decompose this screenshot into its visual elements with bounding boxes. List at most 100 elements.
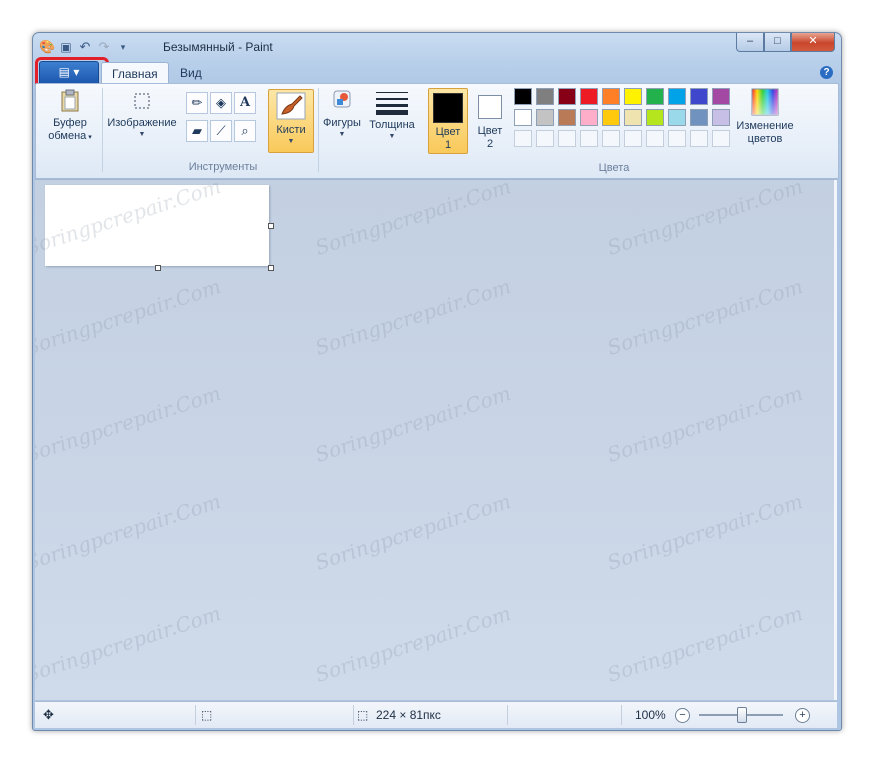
custom-color-slot[interactable]: [580, 130, 598, 147]
watermark-text: Soringpcrepair.Com: [604, 489, 806, 575]
custom-color-slot[interactable]: [624, 130, 642, 147]
brushes-group: Кисти ▼: [266, 87, 316, 175]
redo-icon[interactable]: ↷: [96, 39, 112, 55]
custom-color-slot[interactable]: [536, 130, 554, 147]
color-swatch[interactable]: [712, 109, 730, 126]
custom-color-slot[interactable]: [712, 130, 730, 147]
custom-color-slot[interactable]: [668, 130, 686, 147]
clipboard-icon: [61, 89, 79, 112]
color1-swatch: [433, 93, 463, 123]
color-swatch[interactable]: [668, 88, 686, 105]
customize-icon[interactable]: ▾: [115, 39, 131, 55]
custom-color-slot[interactable]: [646, 130, 664, 147]
paint-icon[interactable]: 🎨: [39, 39, 55, 55]
image-size-icon: ⬚: [357, 708, 369, 722]
brush-icon: [276, 92, 306, 120]
watermark-text: Soringpcrepair.Com: [604, 179, 806, 260]
brushes-button[interactable]: Кисти ▼: [268, 89, 314, 153]
shapes-button[interactable]: Фигуры ▼: [320, 89, 364, 139]
tab-view[interactable]: Вид: [170, 62, 212, 84]
vertical-scrollbar[interactable]: [834, 180, 837, 700]
save-icon[interactable]: ▣: [58, 39, 74, 55]
custom-color-slot[interactable]: [690, 130, 708, 147]
size-group: Толщина ▼: [366, 87, 418, 175]
clipboard-group: Буфер обмена ▾: [42, 87, 98, 175]
status-divider: [353, 705, 354, 725]
color-swatch[interactable]: [580, 88, 598, 105]
chevron-down-icon: ▼: [388, 133, 396, 140]
color-swatch[interactable]: [536, 109, 554, 126]
color-swatch[interactable]: [536, 88, 554, 105]
text-icon[interactable]: A: [234, 92, 256, 114]
paint-window: 🎨 ▣ ↶ ↷ ▾ Безымянный - Paint – □ ✕ ▤ ▾ Г…: [32, 32, 842, 731]
watermark-text: Soringpcrepair.Com: [312, 489, 514, 575]
edit-colors-button[interactable]: Изменение цветов: [732, 88, 798, 146]
undo-icon[interactable]: ↶: [77, 39, 93, 55]
watermark-text: Soringpcrepair.Com: [312, 601, 514, 687]
color-swatch[interactable]: [514, 88, 532, 105]
window-title: Безымянный - Paint: [163, 40, 273, 54]
canvas-area[interactable]: Soringpcrepair.Com Soringpcrepair.Com Sori…: [35, 179, 837, 700]
maximize-button[interactable]: □: [764, 33, 791, 52]
custom-color-slot[interactable]: [514, 130, 532, 147]
chevron-down-icon: ▼: [287, 138, 295, 145]
color-swatch[interactable]: [514, 109, 532, 126]
resize-handle-corner[interactable]: [268, 265, 274, 271]
color-swatch[interactable]: [602, 109, 620, 126]
line-width-icon: [376, 92, 408, 115]
watermark-text: Soringpcrepair.Com: [604, 381, 806, 467]
minimize-button[interactable]: –: [736, 33, 764, 52]
clipboard-button[interactable]: Буфер обмена ▾: [42, 89, 98, 144]
ribbon-home: Буфер обмена ▾ Изображение ▼ ✏ ◈ A ▰ ⟋ ⌕…: [35, 83, 839, 179]
window-controls: – □ ✕: [736, 33, 835, 52]
fill-icon[interactable]: ◈: [210, 92, 232, 114]
image-button[interactable]: Изображение ▼: [104, 89, 180, 139]
selection-size-icon: ⬚: [201, 708, 213, 722]
zoom-in-button[interactable]: +: [795, 708, 810, 723]
color-swatch[interactable]: [558, 109, 576, 126]
color1-button[interactable]: Цвет 1: [428, 88, 468, 154]
color-swatch[interactable]: [624, 88, 642, 105]
select-icon: [134, 93, 150, 109]
image-group: Изображение ▼: [104, 87, 180, 175]
zoom-slider-thumb[interactable]: [737, 707, 747, 723]
help-icon[interactable]: ?: [820, 66, 833, 79]
color2-button[interactable]: Цвет 2: [472, 88, 508, 152]
status-divider: [195, 705, 196, 725]
color-swatch[interactable]: [690, 88, 708, 105]
watermark-text: Soringpcrepair.Com: [35, 274, 224, 360]
chevron-down-icon: ▼: [338, 131, 346, 138]
color-picker-icon[interactable]: ⟋: [210, 120, 232, 142]
watermark-text: Soringpcrepair.Com: [35, 489, 224, 575]
close-button[interactable]: ✕: [791, 33, 835, 52]
resize-handle-right[interactable]: [268, 223, 274, 229]
pencil-icon[interactable]: ✏: [186, 92, 208, 114]
color-swatch[interactable]: [624, 109, 642, 126]
watermark-text: Soringpcrepair.Com: [604, 601, 806, 687]
color-swatch[interactable]: [558, 88, 576, 105]
eraser-icon[interactable]: ▰: [186, 120, 208, 142]
colors-group-label: Цвета: [598, 162, 630, 174]
color-swatch[interactable]: [580, 109, 598, 126]
color-swatch[interactable]: [602, 88, 620, 105]
title-bar: 🎨 ▣ ↶ ↷ ▾ Безымянный - Paint – □ ✕: [33, 33, 841, 59]
zoom-out-button[interactable]: −: [675, 708, 690, 723]
custom-color-slot[interactable]: [558, 130, 576, 147]
color-swatch[interactable]: [690, 109, 708, 126]
watermark-text: Soringpcrepair.Com: [312, 381, 514, 467]
magnifier-icon[interactable]: ⌕: [234, 120, 256, 142]
watermark-text: Soringpcrepair.Com: [35, 601, 224, 687]
tab-home[interactable]: Главная: [101, 62, 169, 85]
color-swatch[interactable]: [646, 109, 664, 126]
status-divider: [507, 705, 508, 725]
group-separator: [318, 88, 319, 172]
group-separator: [102, 88, 103, 172]
rainbow-icon: [751, 88, 779, 116]
color-swatch[interactable]: [668, 109, 686, 126]
size-button[interactable]: Толщина ▼: [366, 89, 418, 141]
color-swatch[interactable]: [646, 88, 664, 105]
color-swatch[interactable]: [712, 88, 730, 105]
custom-color-slot[interactable]: [602, 130, 620, 147]
resize-handle-bottom[interactable]: [155, 265, 161, 271]
watermark-text: Soringpcrepair.Com: [312, 179, 514, 260]
